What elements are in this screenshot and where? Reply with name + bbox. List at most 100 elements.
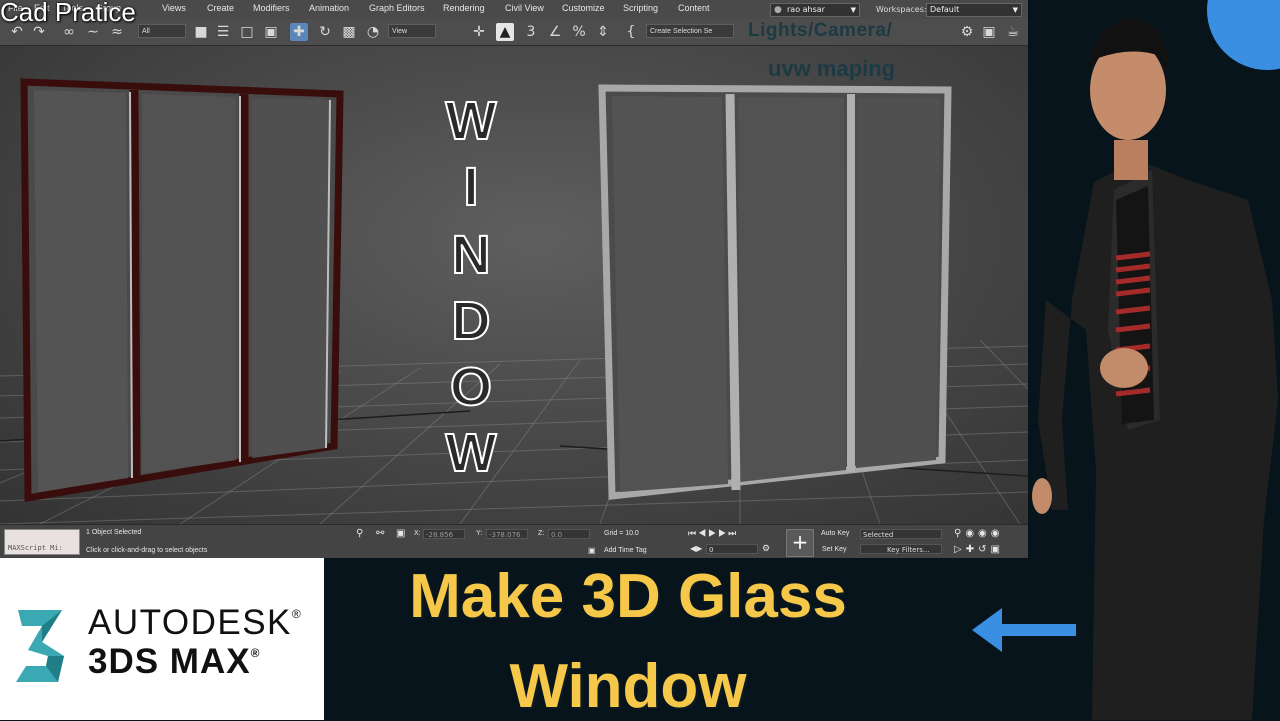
menu-create[interactable]: Create xyxy=(207,3,234,13)
window-letter-5: O xyxy=(449,357,493,417)
set-key-button[interactable]: Set Key xyxy=(822,546,847,553)
registered-mark: ® xyxy=(250,646,261,660)
lock-icon[interactable]: ⚯ xyxy=(376,528,384,539)
rectangular-selection-icon[interactable]: □ xyxy=(238,23,256,41)
product-wordmark: 3DS MAX® xyxy=(88,642,260,682)
window-letter-6: W xyxy=(445,423,498,483)
key-set-dropdown[interactable]: Selected xyxy=(860,529,942,539)
reference-coordinate-value: View xyxy=(392,28,408,35)
headline-line-1: Make 3D Glass xyxy=(409,562,847,631)
key-mode-icon[interactable]: ◀▶ xyxy=(690,544,702,553)
x-coordinate-value: -28.856 xyxy=(426,531,454,539)
status-bar: MAXScript Mi: 1 Object Selected Click or… xyxy=(0,524,1028,558)
isolate-icon[interactable]: ⚲ xyxy=(356,528,363,539)
window-letter-3: N xyxy=(451,225,492,285)
menu-modifiers[interactable]: Modifiers xyxy=(253,3,290,13)
headline-line-2: Window xyxy=(509,652,747,721)
3dsmax-window: File Edit Tools Group Views Create Modif… xyxy=(0,0,1028,558)
time-tag-icon[interactable]: ▣ xyxy=(588,546,596,555)
y-label: Y: xyxy=(476,530,483,537)
left-window-model[interactable] xyxy=(20,78,344,503)
scene-render xyxy=(0,78,1028,524)
window-crossing-icon[interactable]: ▣ xyxy=(262,23,280,41)
reference-coordinate-dropdown[interactable]: View xyxy=(388,24,436,38)
key-set-value: Selected xyxy=(863,531,894,539)
navigation-orbit-icons[interactable]: ▷✚↺▣ xyxy=(954,544,1004,555)
set-key-plus-button[interactable]: + xyxy=(786,529,814,557)
user-account-dropdown[interactable]: ● rao ahsar ▼ xyxy=(770,3,860,17)
auto-key-button[interactable]: Auto Key xyxy=(821,530,849,537)
menu-views[interactable]: Views xyxy=(162,3,186,13)
x-coordinate-field[interactable]: -28.856 xyxy=(423,529,465,539)
place-icon[interactable]: ◔ xyxy=(364,23,382,41)
right-window-model[interactable] xyxy=(598,84,952,500)
workspace-dropdown[interactable]: Default ▼ xyxy=(926,3,1022,17)
spinner-snap-icon[interactable]: ⇕ xyxy=(594,23,612,41)
angle-snap-icon[interactable]: ∠ xyxy=(546,23,564,41)
selection-filter-dropdown[interactable]: All xyxy=(138,24,186,38)
channel-logo-text: Cad Pratice xyxy=(0,0,136,27)
z-coordinate-value: 0.0 xyxy=(551,531,563,539)
menu-civil-view[interactable]: Civil View xyxy=(505,3,544,13)
move-icon[interactable]: ✚ xyxy=(290,23,308,41)
menu-content[interactable]: Content xyxy=(678,3,710,13)
autodesk-wordmark: AUTODESK® xyxy=(88,603,302,643)
z-label: Z: xyxy=(538,530,545,537)
topic-line-1: Lights/Camera/ xyxy=(748,20,893,41)
named-selection-set-dropdown[interactable]: Create Selection Se xyxy=(646,24,734,38)
menu-rendering[interactable]: Rendering xyxy=(443,3,485,13)
registered-mark: ® xyxy=(291,607,303,621)
current-frame-field[interactable]: 0 xyxy=(706,544,758,554)
product-wordmark-text: 3DS MAX xyxy=(88,642,251,681)
scale-icon[interactable]: ▩ xyxy=(340,23,358,41)
add-time-tag-label[interactable]: Add Time Tag xyxy=(604,547,647,554)
perspective-viewport[interactable] xyxy=(0,46,1028,524)
select-and-manipulate-icon[interactable]: ▲ xyxy=(496,23,514,41)
maxscript-label: MAXScript Mi: xyxy=(8,544,63,552)
key-filters-button[interactable]: Key Filters... xyxy=(860,544,942,554)
key-filters-label: Key Filters... xyxy=(887,546,930,554)
workspace-value: Default xyxy=(930,5,960,14)
prompt-text: Click or click-and-drag to select object… xyxy=(86,547,208,554)
current-frame-value: 0 xyxy=(709,546,714,554)
select-by-name-icon[interactable]: ☰ xyxy=(214,23,232,41)
snap-toggle-icon[interactable]: 3 xyxy=(522,23,540,41)
named-selection-set-value: Create Selection Se xyxy=(650,28,713,35)
z-coordinate-field[interactable]: 0.0 xyxy=(548,529,590,539)
playback-controls[interactable]: ⏮◀▶▶⏭ xyxy=(688,528,738,539)
render-setup-icon[interactable]: ⚙ xyxy=(958,23,976,41)
rotate-icon[interactable]: ↻ xyxy=(316,23,334,41)
time-config-icon[interactable]: ⚙ xyxy=(762,543,770,554)
y-coordinate-value: -378.076 xyxy=(489,531,521,539)
select-object-icon[interactable]: ■ xyxy=(192,23,210,41)
pivot-center-icon[interactable]: ✛ xyxy=(470,23,488,41)
autodesk-wordmark-text: AUTODESK xyxy=(88,603,292,642)
window-letter-2: I xyxy=(462,157,479,217)
user-name: rao ahsar xyxy=(787,5,825,14)
left-arrow-icon xyxy=(972,608,1076,652)
selection-filter-value: All xyxy=(142,28,150,35)
topic-line-2: uvw maping xyxy=(768,56,896,81)
menu-graph-editors[interactable]: Graph Editors xyxy=(369,3,425,13)
chevron-down-icon: ▼ xyxy=(850,6,856,14)
user-icon: ● xyxy=(774,5,782,15)
menu-animation[interactable]: Animation xyxy=(309,3,349,13)
navigation-zoom-icons[interactable]: ⚲◉◉◉ xyxy=(954,528,1004,539)
3ds-max-logo-icon xyxy=(16,610,64,682)
chevron-down-icon: ▼ xyxy=(1012,6,1018,14)
menu-scripting[interactable]: Scripting xyxy=(623,3,658,13)
window-letter-4: D xyxy=(451,291,492,351)
percent-snap-icon[interactable]: % xyxy=(570,23,588,41)
workspaces-label: Workspaces: xyxy=(876,5,927,14)
absolute-mode-icon[interactable]: ▣ xyxy=(396,528,405,539)
edit-named-selection-icon[interactable]: { xyxy=(622,23,640,41)
render-teapot-icon[interactable]: ☕ xyxy=(1004,23,1022,41)
y-coordinate-field[interactable]: -378.076 xyxy=(486,529,528,539)
menu-bar: File Edit Tools Group Views Create Modif… xyxy=(0,0,1028,20)
grid-size-text: Grid = 10.0 xyxy=(604,530,639,537)
selection-count-text: 1 Object Selected xyxy=(86,529,142,536)
window-letter-1: W xyxy=(445,91,498,151)
x-label: X: xyxy=(414,530,421,537)
render-frame-icon[interactable]: ▣ xyxy=(980,23,998,41)
menu-customize[interactable]: Customize xyxy=(562,3,605,13)
